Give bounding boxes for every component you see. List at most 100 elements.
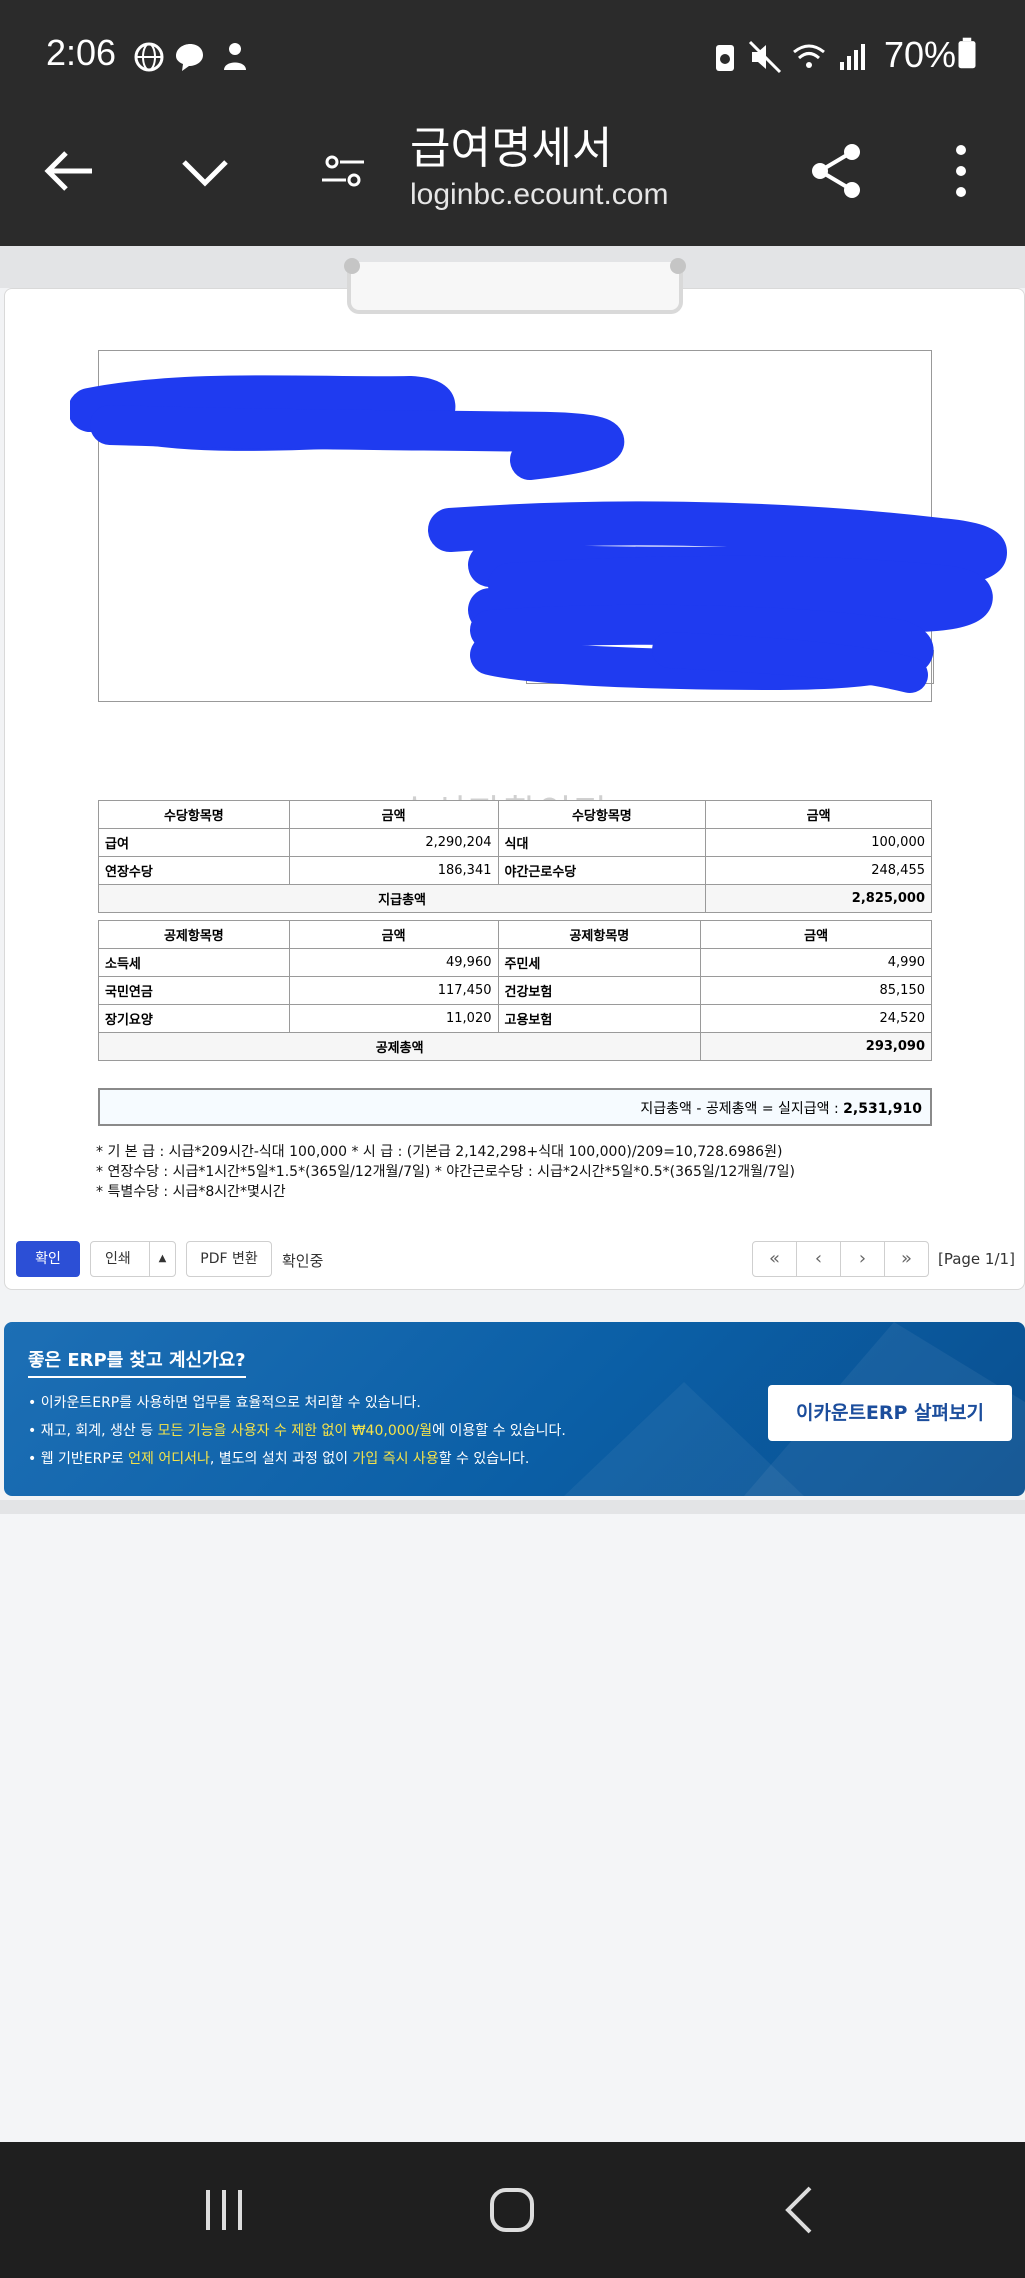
column-header: 금액: [288, 920, 499, 949]
item-name: 건강보험: [497, 976, 702, 1005]
calculation-notes: * 기 본 급 : 시급*209시간-식대 100,000 * 시 급 : (기…: [96, 1142, 795, 1202]
deduction-table: 공제항목명 금액 공제항목명 금액 소득세 49,960 주민세 4,990 국…: [97, 920, 932, 1061]
banner-text: 에 이용할 수 있습니다.: [432, 1423, 566, 1439]
table-row: 연장수당 186,341 야간근로수당 248,455: [98, 856, 932, 885]
column-header: 공제항목명: [497, 920, 702, 949]
confirm-status: 확인중: [282, 1252, 324, 1270]
item-amount: 85,150: [700, 976, 932, 1005]
last-page-button[interactable]: »: [884, 1241, 929, 1277]
note-line: * 특별수당 : 시급*8시간*몇시간: [96, 1184, 286, 1200]
table-header-row: 수당항목명 금액 수당항목명 금액: [98, 800, 932, 829]
item-name: 급여: [98, 828, 290, 857]
print-dropdown-icon[interactable]: ▲: [149, 1242, 175, 1276]
android-nav-bar: [0, 2142, 1025, 2278]
back-arrow-icon[interactable]: [34, 136, 104, 206]
item-amount: 49,960: [288, 948, 499, 977]
total-value: 293,090: [700, 1032, 932, 1061]
globe-icon: [134, 42, 164, 72]
item-amount: 2,290,204: [288, 828, 499, 857]
item-amount: 117,450: [288, 976, 499, 1005]
chevron-down-icon[interactable]: [170, 136, 240, 206]
pdf-convert-button[interactable]: PDF 변환: [186, 1241, 272, 1277]
signal-icon: [840, 44, 865, 70]
total-label: 지급총액: [97, 884, 707, 913]
battery-percent: 70%: [884, 34, 957, 75]
item-name: 야간근로수당: [497, 856, 707, 885]
popup-handle: [347, 262, 683, 314]
total-label: 공제총액: [97, 1032, 702, 1061]
erp-ad-banner: 좋은 ERP를 찾고 계신가요? • 이카운트ERP를 사용하면 업무를 효율적…: [4, 1322, 1025, 1496]
item-amount: 248,455: [705, 856, 932, 885]
home-icon[interactable]: [480, 2178, 544, 2242]
banner-line: • 재고, 회계, 생산 등 모든 기능을 사용자 수 제한 없이 ₩40,00…: [28, 1420, 566, 1440]
item-name: 연장수당: [98, 856, 290, 885]
banner-text: • 재고, 회계, 생산 등: [28, 1423, 158, 1439]
mute-icon: [748, 40, 782, 74]
chat-bubble-icon: [176, 44, 203, 71]
allowance-table: 수당항목명 금액 수당항목명 금액 급여 2,290,204 식대 100,00…: [97, 800, 932, 913]
back-nav-icon[interactable]: [768, 2178, 832, 2242]
total-value: 2,825,000: [705, 884, 932, 913]
person-icon: [224, 43, 246, 70]
item-name: 식대: [497, 828, 707, 857]
table-row: 급여 2,290,204 식대 100,000: [98, 828, 932, 857]
column-header: 수당항목명: [98, 800, 290, 829]
battery-icon: [958, 37, 976, 69]
item-amount: 11,020: [288, 1004, 499, 1033]
page-url: loginbc.ecount.com: [410, 178, 669, 211]
recent-apps-icon[interactable]: [192, 2178, 256, 2242]
confirm-button[interactable]: 확인: [16, 1241, 80, 1277]
item-name: 주민세: [497, 948, 702, 977]
print-button[interactable]: 인쇄 ▲: [90, 1241, 176, 1277]
item-amount: 4,990: [700, 948, 932, 977]
banner-text: 할 수 있습니다.: [438, 1451, 530, 1467]
table-row: 장기요양 11,020 고용보험 24,520: [98, 1004, 932, 1033]
redaction-scribble: [70, 375, 1007, 693]
divider: [0, 1500, 1025, 1514]
banner-highlight: 언제 어디서나: [128, 1451, 210, 1467]
item-amount: 24,520: [700, 1004, 932, 1033]
page-settings-icon[interactable]: [308, 136, 378, 206]
share-icon[interactable]: [802, 136, 872, 206]
browser-app-bar: 급여명세서 loginbc.ecount.com: [0, 112, 1025, 246]
column-header: 금액: [700, 920, 932, 949]
total-row: 공제총액 293,090: [97, 1032, 932, 1061]
item-name: 소득세: [98, 948, 290, 977]
item-name: 고용보험: [497, 1004, 702, 1033]
more-options-icon[interactable]: [926, 136, 996, 206]
handle-dot-right: [670, 258, 686, 274]
item-name: 장기요양: [98, 1004, 290, 1033]
next-page-button[interactable]: ›: [840, 1241, 885, 1277]
print-label: 인쇄: [105, 1251, 131, 1267]
page-title: 급여명세서: [410, 123, 613, 174]
page-indicator: [Page 1/1]: [938, 1250, 1015, 1268]
table-row: 국민연금 117,450 건강보험 85,150: [98, 976, 932, 1005]
column-header: 수당항목명: [497, 800, 707, 829]
explore-erp-button[interactable]: 이카운트ERP 살펴보기: [768, 1385, 1012, 1441]
banner-highlight: 모든 기능을 사용자 수 제한 없이 ₩40,000/월: [157, 1423, 433, 1439]
total-row: 지급총액 2,825,000: [97, 884, 932, 913]
status-time: 2:06: [46, 32, 117, 73]
column-header: 공제항목명: [98, 920, 290, 949]
item-amount: 100,000: [705, 828, 932, 857]
net-pay-box: 지급총액 - 공제총액 = 실지급액 : 2,531,910: [98, 1088, 932, 1126]
banner-line: • 웹 기반ERP로 언제 어디서나, 별도의 설치 과정 없이 가입 즉시 사…: [28, 1448, 529, 1468]
net-pay-label: 지급총액 - 공제총액 = 실지급액 :: [640, 1101, 839, 1117]
table-header-row: 공제항목명 금액 공제항목명 금액: [98, 920, 932, 949]
prev-page-button[interactable]: ‹: [796, 1241, 841, 1277]
item-amount: 186,341: [288, 856, 499, 885]
status-bar: 2:06 70%: [0, 0, 1025, 112]
wifi-icon: [793, 44, 825, 68]
first-page-button[interactable]: «: [752, 1241, 797, 1277]
empty-area: [0, 1514, 1025, 2142]
banner-highlight: 가입 즉시 사용: [352, 1451, 439, 1467]
net-pay-value: 2,531,910: [843, 1101, 922, 1117]
note-line: * 연장수당 : 시급*1시간*5일*1.5*(365일/12개월/7일) * …: [96, 1164, 795, 1180]
column-header: 금액: [705, 800, 932, 829]
table-row: 소득세 49,960 주민세 4,990: [98, 948, 932, 977]
handle-dot-left: [344, 258, 360, 274]
column-header: 금액: [288, 800, 499, 829]
banner-text: • 웹 기반ERP로: [28, 1451, 129, 1467]
note-line: * 기 본 급 : 시급*209시간-식대 100,000 * 시 급 : (기…: [96, 1144, 783, 1160]
banner-text: , 별도의 설치 과정 없이: [209, 1451, 353, 1467]
